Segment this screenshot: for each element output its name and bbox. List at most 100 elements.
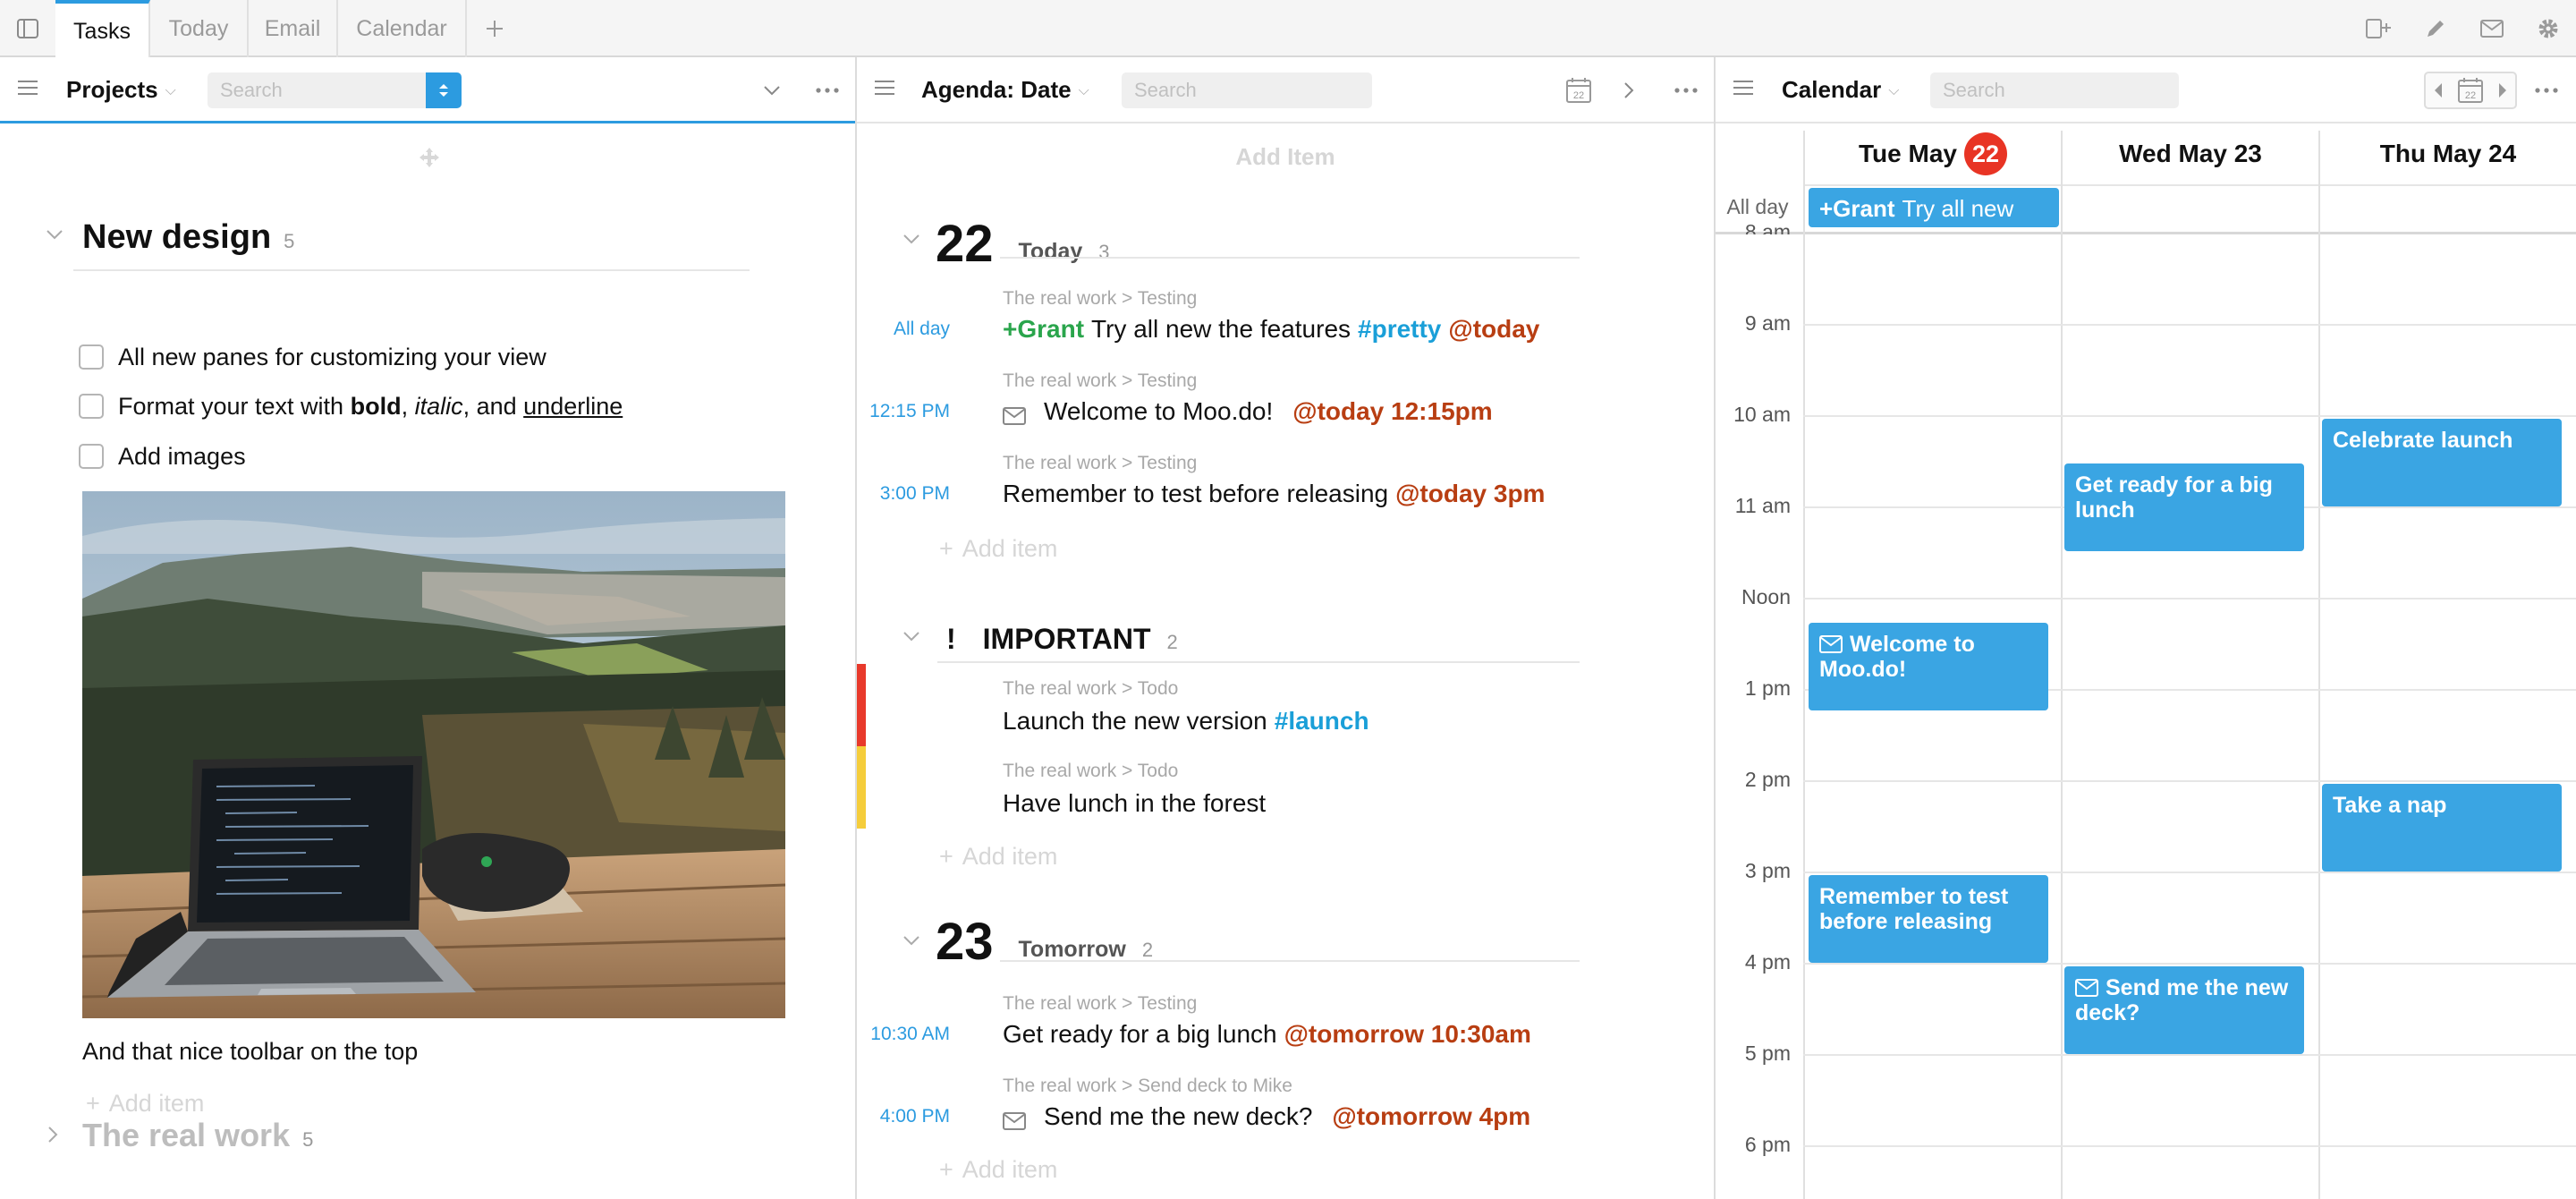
tab-tasks[interactable]: Tasks [55, 0, 150, 59]
agenda-item[interactable]: +Grant Try all new the features #pretty … [1003, 315, 1539, 344]
note-text: And that nice toolbar on the top [82, 1038, 419, 1065]
calendar-event[interactable]: Send me the new deck? [2064, 966, 2304, 1054]
previous-arrow-icon[interactable] [2433, 81, 2444, 99]
add-item-button[interactable]: + Add item [86, 1090, 204, 1118]
calendar-event[interactable]: Get ready for a big lunch [2064, 463, 2304, 551]
priority-red-bar [857, 664, 866, 746]
hashtag[interactable]: #pretty [1358, 315, 1441, 344]
agenda-item[interactable]: Send me the new deck? @tomorrow 4pm [1003, 1102, 1530, 1131]
new-pane-icon[interactable] [2351, 13, 2407, 45]
hamburger-menu-icon[interactable] [873, 79, 900, 102]
add-item-top-button[interactable]: Add Item [857, 143, 1714, 171]
add-item-button[interactable]: + Add item [939, 535, 1057, 563]
group-chevron-icon[interactable] [902, 630, 921, 650]
more-options-icon[interactable] [1671, 77, 1701, 104]
item-text: Send me the new deck? [1044, 1102, 1313, 1130]
section-expand-chevron-icon[interactable] [45, 228, 64, 248]
mail-icon [1819, 634, 1843, 653]
calendar-today-icon[interactable]: 22 [2457, 77, 2484, 104]
task-checkbox[interactable] [79, 344, 104, 370]
more-options-icon[interactable] [2531, 77, 2562, 104]
item-path: The real work > Send deck to Mike [1003, 1076, 1292, 1096]
item-text: Try all new the features [1091, 315, 1352, 343]
item-path: The real work > Testing [1003, 288, 1198, 309]
next-arrow-icon[interactable] [2497, 81, 2508, 99]
search-input[interactable] [208, 72, 426, 108]
svg-text:22: 22 [1573, 90, 1584, 101]
item-text: Get ready for a big lunch [1003, 1020, 1277, 1048]
agenda-item[interactable]: Have lunch in the forest [1003, 789, 1266, 818]
section-title[interactable]: New design 5 [82, 218, 294, 257]
divider [73, 269, 750, 271]
calendar-column-header[interactable]: Thu May 24 [2320, 131, 2576, 177]
event-title: Get ready for a big lunch [2075, 472, 2273, 523]
day-number: 23 [936, 913, 994, 971]
calendar-event[interactable]: Take a nap [2322, 784, 2562, 872]
pane-title: Agenda: Date [921, 76, 1072, 103]
calendar-event[interactable]: Welcome to Moo.do! [1809, 623, 2048, 710]
section-collapsed-chevron-icon[interactable] [47, 1125, 66, 1144]
tab-today[interactable]: Today [150, 0, 249, 57]
chevron-right-icon[interactable] [1614, 77, 1644, 104]
task-checkbox[interactable] [79, 394, 104, 419]
pane-title: Calendar [1782, 76, 1882, 103]
pencil-icon[interactable] [2407, 13, 2463, 45]
task-checkbox[interactable] [79, 444, 104, 469]
search-filter-button[interactable] [426, 72, 462, 108]
date-tag[interactable]: @tomorrow 10:30am [1284, 1020, 1531, 1049]
day-number: 22 [936, 215, 994, 273]
tab-calendar[interactable]: Calendar [338, 0, 467, 57]
item-path: The real work > Todo [1003, 678, 1179, 699]
calendar-date-icon[interactable]: 22 [1563, 77, 1594, 104]
section-title-text: New design [82, 218, 272, 256]
pane-title-dropdown[interactable]: Agenda: Date ⌵ [921, 76, 1089, 104]
search-input[interactable] [1122, 72, 1372, 108]
hour-label: 5 pm [1744, 1042, 1791, 1065]
tab-email[interactable]: Email [249, 0, 338, 57]
task-item[interactable]: Format your text with bold, italic, and … [79, 391, 623, 421]
group-chevron-icon[interactable] [902, 934, 921, 954]
date-tag[interactable]: @today 3pm [1395, 480, 1545, 508]
calendar-event[interactable]: Celebrate launch [2322, 419, 2562, 506]
agenda-item[interactable]: Launch the new version #launch [1003, 707, 1369, 736]
calendar-pane-header: Calendar ⌵ 22 [1716, 57, 2576, 123]
date-tag[interactable]: @today 12:15pm [1292, 397, 1492, 426]
calendar-column-header[interactable]: Tue May 22 [1805, 131, 2061, 177]
drag-handle-icon[interactable] [419, 147, 440, 168]
group-chevron-icon[interactable] [902, 233, 921, 252]
add-tab-button[interactable] [467, 0, 522, 57]
add-item-button[interactable]: + Add item [939, 1156, 1057, 1184]
mail-icon[interactable] [2463, 13, 2520, 45]
task-item[interactable]: Add images [79, 441, 246, 472]
calendar-event[interactable]: Remember to test before releasing [1809, 875, 2048, 963]
sidebar-toggle-icon[interactable] [13, 14, 43, 43]
hamburger-menu-icon[interactable] [1732, 79, 1758, 102]
item-time: 4:00 PM [879, 1106, 950, 1127]
date-tag[interactable]: @tomorrow 4pm [1332, 1102, 1530, 1131]
plus-icon: + [86, 1090, 100, 1117]
pane-title-dropdown[interactable]: Calendar ⌵ [1782, 76, 1899, 104]
add-item-button[interactable]: + Add item [939, 843, 1057, 871]
section-count: 5 [284, 230, 295, 252]
hashtag[interactable]: #launch [1275, 707, 1369, 736]
hour-label: 1 pm [1744, 676, 1791, 700]
divider [937, 661, 1580, 663]
search-input[interactable] [1930, 72, 2179, 108]
task-item[interactable]: All new panes for customizing your view [79, 342, 547, 372]
gear-icon[interactable] [2520, 13, 2576, 45]
plus-icon: + [939, 535, 953, 562]
top-actions [2351, 13, 2576, 45]
allday-event[interactable]: +Grant Try all new [1809, 188, 2059, 227]
projects-pane: Projects ⌵ New design 5 All new panes for … [0, 57, 857, 1199]
date-tag[interactable]: @today [1448, 315, 1539, 344]
agenda-item[interactable]: Remember to test before releasing @today… [1003, 480, 1545, 508]
assignee: +Grant [1003, 315, 1085, 343]
more-options-icon[interactable] [812, 77, 843, 104]
agenda-item[interactable]: Welcome to Moo.do! @today 12:15pm [1003, 397, 1493, 426]
section-title[interactable]: The real work 5 [82, 1117, 313, 1154]
calendar-column-header[interactable]: Wed May 23 [2063, 131, 2318, 177]
pane-title-dropdown[interactable]: Projects ⌵ [66, 76, 176, 104]
agenda-item[interactable]: Get ready for a big lunch @tomorrow 10:3… [1003, 1020, 1531, 1049]
hamburger-menu-icon[interactable] [16, 79, 43, 102]
collapse-chevron-icon[interactable] [757, 77, 787, 104]
